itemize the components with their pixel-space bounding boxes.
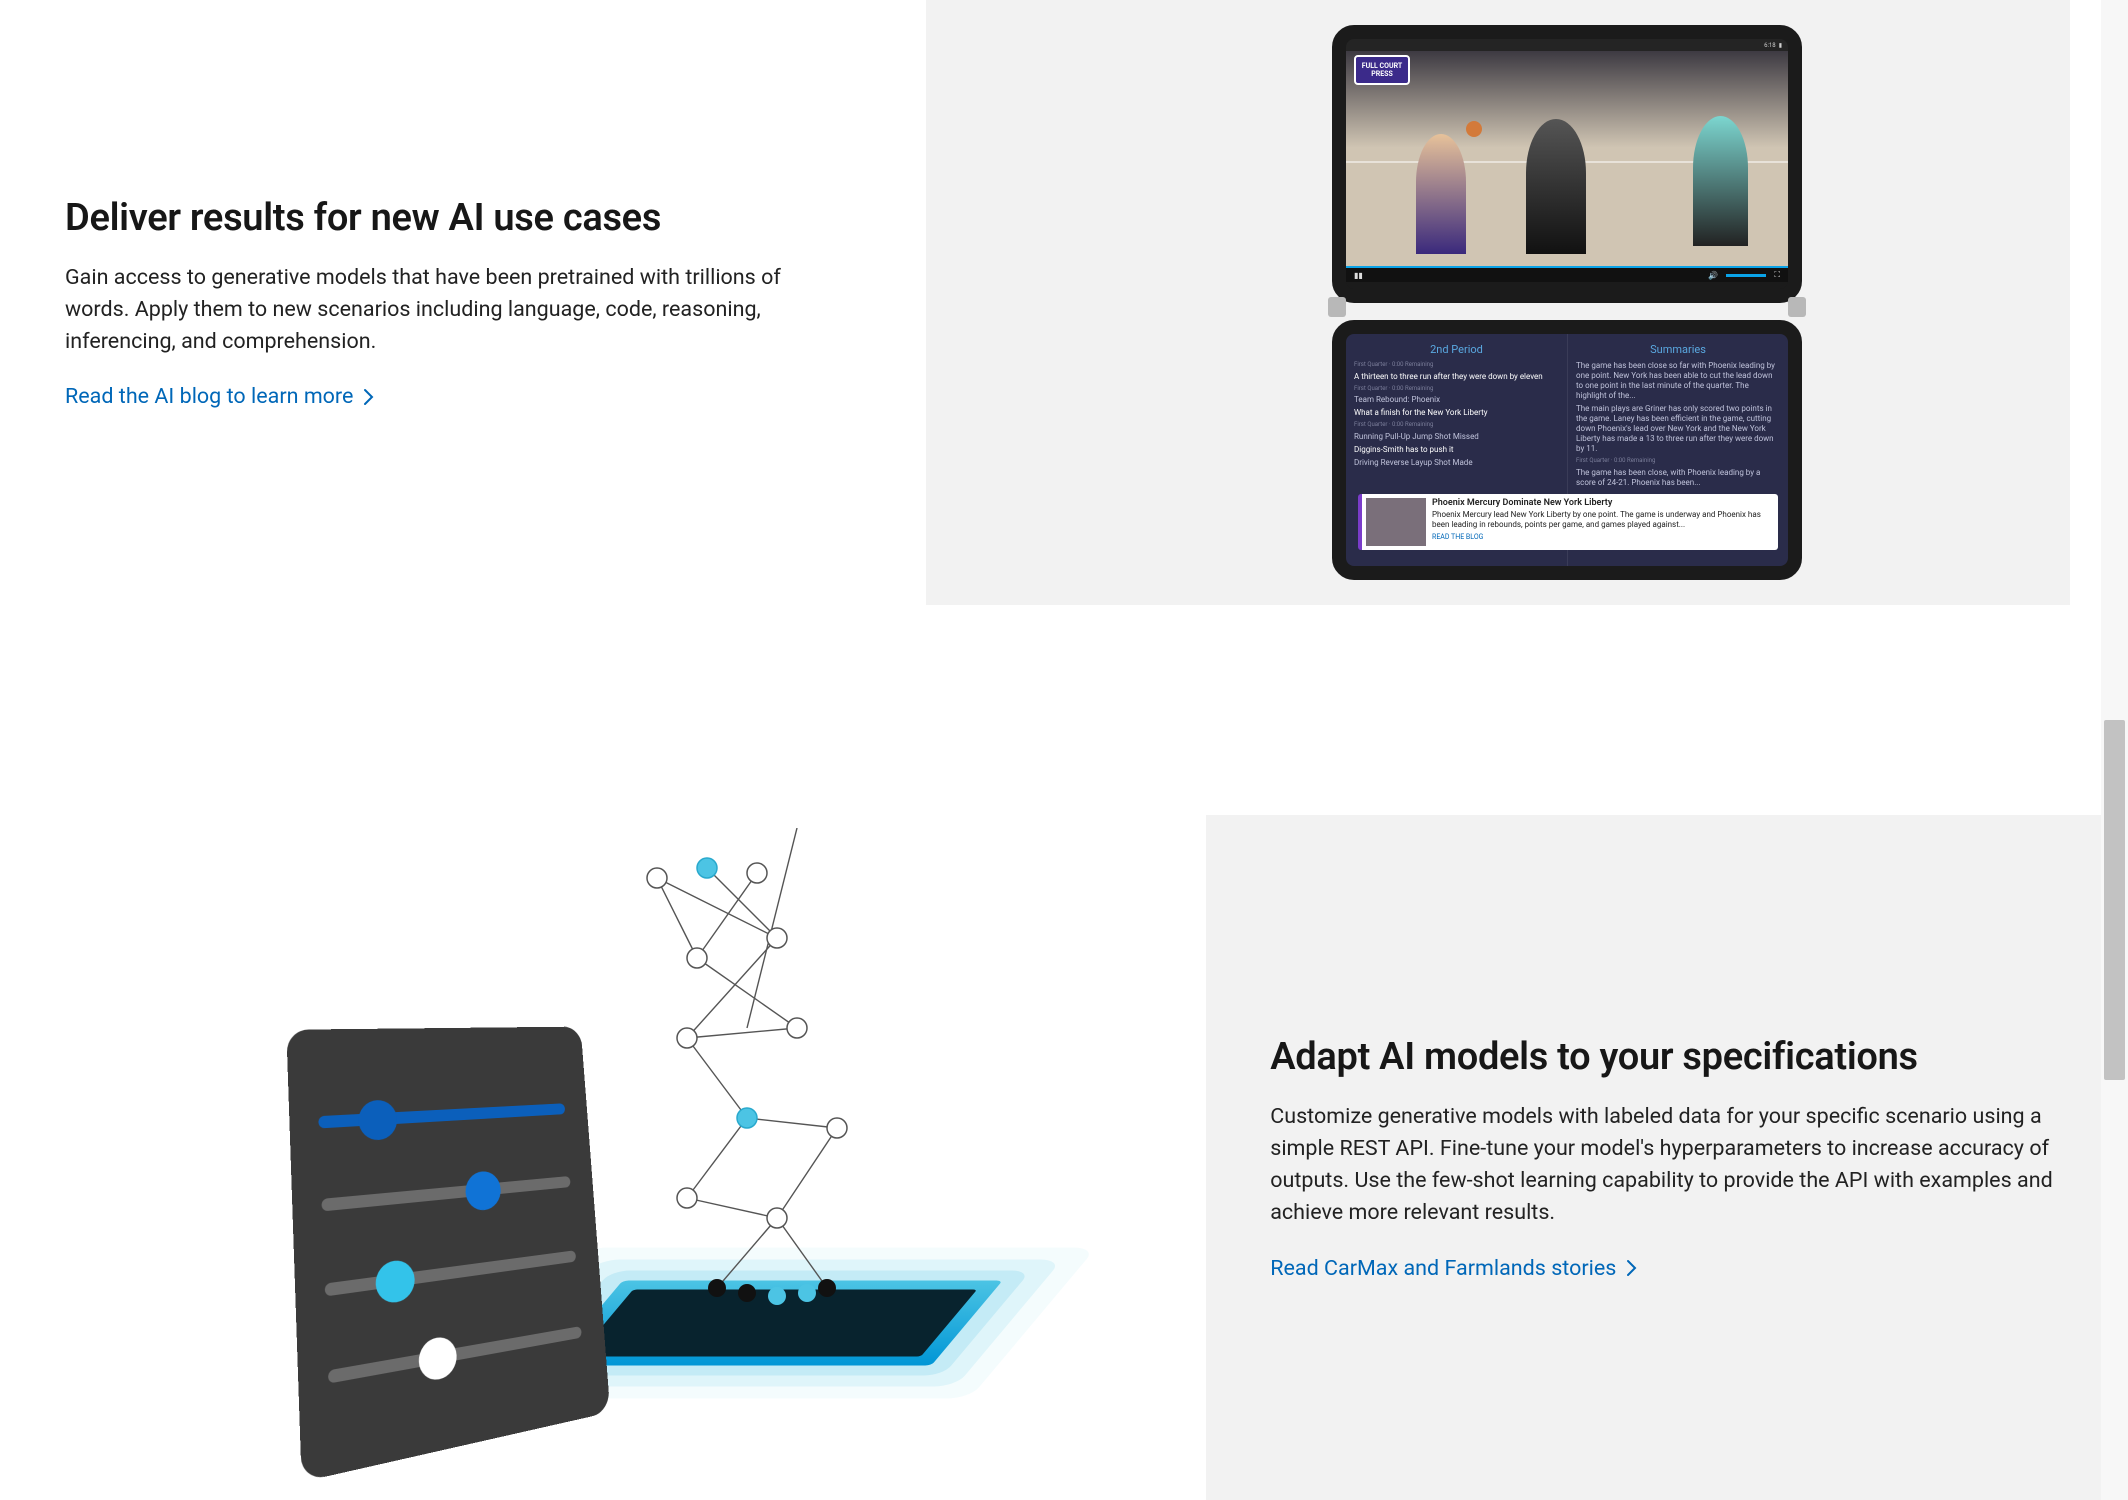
device-hinge [1788,297,1806,317]
slider-4 [317,1307,591,1401]
volume-icon: 🔊 [1708,271,1718,280]
section-adapt-models: Adapt AI models to your specifications C… [0,605,2128,1500]
plays-heading: 2nd Period [1354,343,1559,356]
slider-3 [314,1232,586,1313]
blog-card-title: Phoenix Mercury Dominate New York Libert… [1432,498,1774,510]
neural-network-illustration [257,798,977,1478]
section-2-image-column [0,605,1234,1500]
slider-2 [310,1158,579,1226]
device-top-screen: 6:18 ▮ FULL COURT PRESS ▮▮ 🔊 ⛶ [1332,25,1802,303]
read-ai-blog-link[interactable]: Read the AI blog to learn more [65,384,834,409]
pause-icon: ▮▮ [1354,271,1363,280]
fullscreen-icon: ⛶ [1774,270,1780,280]
device-hinge [1328,297,1346,317]
chevron-right-icon [1626,1259,1638,1277]
read-customer-stories-link[interactable]: Read CarMax and Farmlands stories [1270,1256,2068,1281]
full-court-press-logo: FULL COURT PRESS [1354,55,1410,85]
player-figure [1693,116,1748,246]
dual-screen-device-illustration: 6:18 ▮ FULL COURT PRESS ▮▮ 🔊 ⛶ [1322,25,1812,580]
status-time: 6:18 [1764,42,1776,49]
blog-card-body: Phoenix Mercury lead New York Liberty by… [1432,510,1774,531]
volume-bar [1726,274,1766,277]
section-deliver-results: Deliver results for new AI use cases Gai… [0,0,2128,605]
video-controls-bar: ▮▮ 🔊 ⛶ [1346,266,1788,282]
neural-network-graph-icon [597,828,957,1348]
section-2-body: Customize generative models with labeled… [1270,1101,2068,1230]
read-customer-stories-link-label: Read CarMax and Farmlands stories [1270,1256,1616,1281]
read-ai-blog-link-label: Read the AI blog to learn more [65,384,353,409]
referee-figure [1526,119,1586,254]
slider-1 [307,1086,574,1143]
blog-card-cta: READ THE BLOG [1432,533,1774,542]
basketball-icon [1466,121,1482,137]
slider-panel [286,1026,610,1481]
section-2-heading: Adapt AI models to your specifications [1270,1035,2068,1079]
section-1-text-column: Deliver results for new AI use cases Gai… [0,0,1064,605]
section-1-heading: Deliver results for new AI use cases [65,196,834,240]
player-figure [1416,134,1466,254]
video-player-frame: FULL COURT PRESS [1346,51,1788,266]
section-2-text-column: Adapt AI models to your specifications C… [1234,605,2128,1500]
summaries-heading: Summaries [1576,343,1780,356]
section-1-image-column: 6:18 ▮ FULL COURT PRESS ▮▮ 🔊 ⛶ [1064,0,2128,605]
section-1-body: Gain access to generative models that ha… [65,262,834,359]
status-signal-icon: ▮ [1779,42,1782,49]
device-status-bar: 6:18 ▮ [1346,39,1788,51]
blog-card-thumbnail [1366,498,1426,546]
chevron-right-icon [363,388,375,406]
blog-card: Phoenix Mercury Dominate New York Libert… [1358,494,1778,550]
device-bottom-screen: 2nd Period First Quarter · 0:00 Remainin… [1332,320,1802,580]
